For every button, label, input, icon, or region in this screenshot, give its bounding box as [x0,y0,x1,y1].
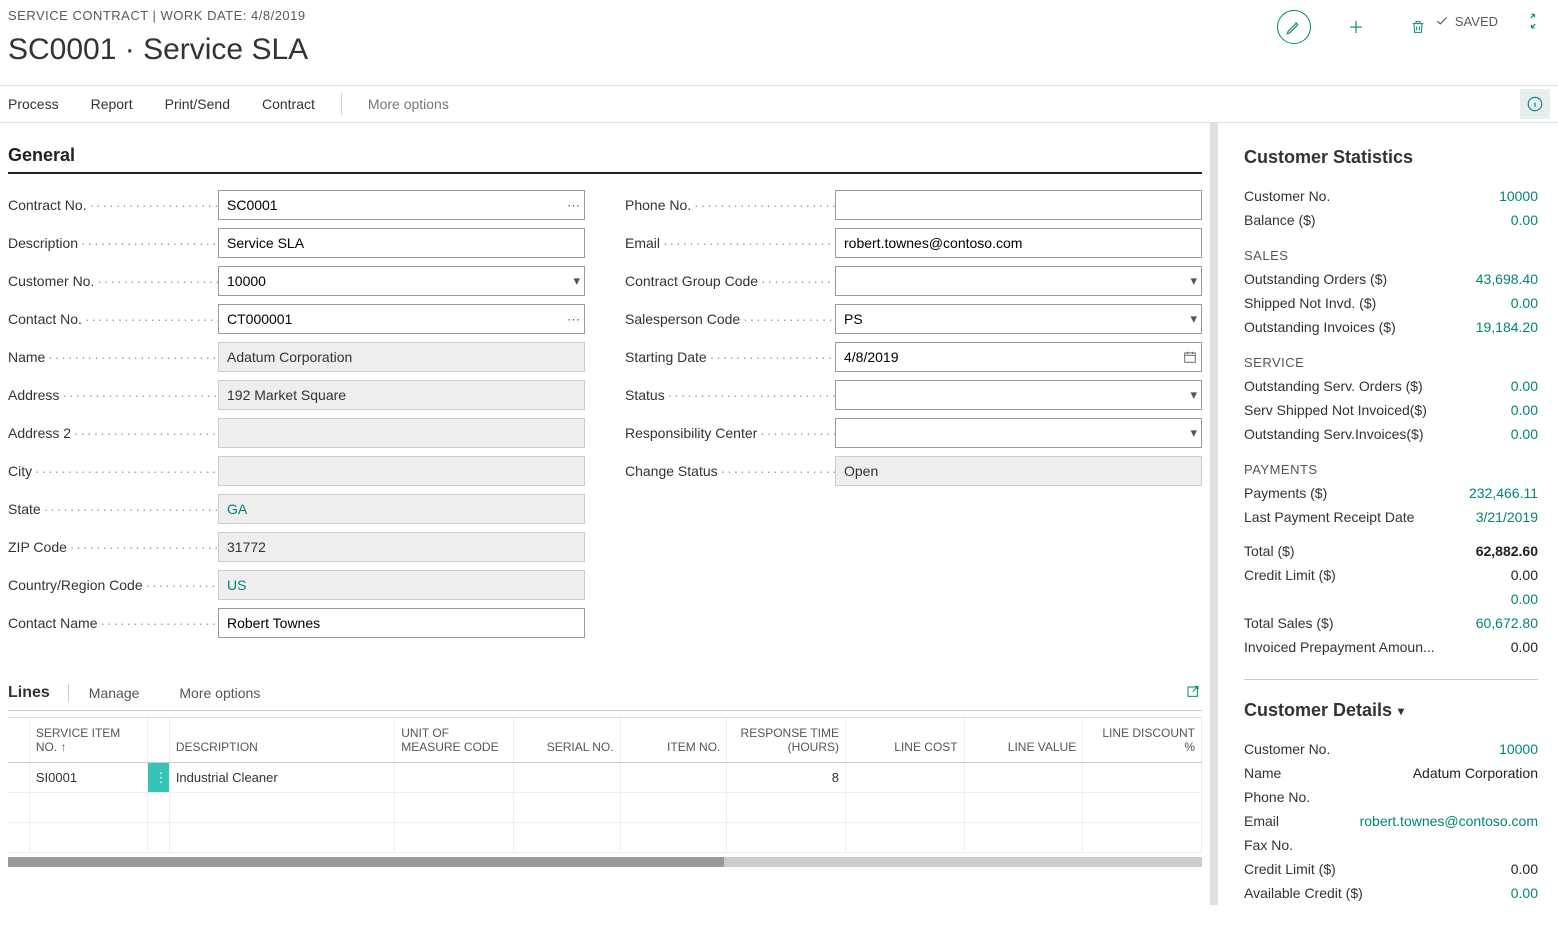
label-phone: Phone No. [625,197,835,213]
menu-process[interactable]: Process [8,96,75,112]
col-line-value[interactable]: LINE VALUE [964,718,1083,763]
country-field: US [218,570,585,600]
menu-more-options[interactable]: More options [352,96,465,112]
salesperson-field[interactable]: ▾ [835,304,1202,334]
subhead-service: SERVICE [1244,355,1538,370]
saved-indicator: SAVED [1435,14,1498,29]
label-contact-name: Contact Name [8,615,218,631]
dropdown-icon[interactable]: ▾ [1190,387,1197,403]
label-contact-no: Contact No. [8,311,218,327]
label-customer-no: Customer No. [8,273,218,289]
label-name: Name [8,349,218,365]
zip-field: 31772 [218,532,585,562]
label-country: Country/Region Code [8,577,218,593]
edit-icon[interactable] [1277,10,1311,44]
page-title: SC0001 · Service SLA [8,33,1277,67]
expand-lines-icon[interactable] [1186,685,1202,701]
contract-no-field[interactable]: ··· [218,190,585,220]
col-line-cost[interactable]: LINE COST [846,718,965,763]
section-customer-statistics: Customer Statistics [1244,147,1538,168]
label-resp-center: Responsibility Center [625,425,835,441]
address-field: 192 Market Square [218,380,585,410]
label-description: Description [8,235,218,251]
change-status-field: Open [835,456,1202,486]
menu-contract[interactable]: Contract [246,96,331,112]
stat-customer-no-label: Customer No. [1244,188,1330,204]
table-row[interactable] [8,823,1202,853]
delete-icon[interactable] [1401,10,1435,44]
row-handle-icon[interactable]: ⋮ [148,763,169,793]
chevron-down-icon[interactable]: ▾ [573,273,580,289]
resp-center-field[interactable]: ▾ [835,418,1202,448]
status-field[interactable]: ▾ [835,380,1202,410]
subhead-sales: SALES [1244,248,1538,263]
breadcrumb: SERVICE CONTRACT | WORK DATE: 4/8/2019 [8,8,1277,23]
table-row[interactable]: SI0001 ⋮ Industrial Cleaner 8 [8,763,1202,793]
chevron-down-icon[interactable]: ▾ [1190,311,1197,327]
collapse-icon[interactable] [1524,12,1542,30]
col-line-discount[interactable]: LINE DISCOUNT % [1083,718,1202,763]
city-field [218,456,585,486]
stat-balance[interactable]: 0.00 [1511,212,1538,228]
new-icon[interactable] [1339,10,1373,44]
stat-customer-no[interactable]: 10000 [1499,188,1538,204]
subhead-payments: PAYMENTS [1244,462,1538,477]
state-field: GA [218,494,585,524]
label-email: Email [625,235,835,251]
chevron-down-icon[interactable]: ▾ [1190,273,1197,289]
info-icon[interactable] [1520,89,1550,119]
section-customer-details[interactable]: Customer Details ▾ [1244,700,1538,721]
col-serial-no[interactable]: SERIAL NO. [513,718,620,763]
horizontal-scrollbar[interactable] [8,857,1202,867]
label-address2: Address 2 [8,425,218,441]
label-salesperson: Salesperson Code [625,311,835,327]
label-change-status: Change Status [625,463,835,479]
contract-group-field[interactable]: ▾ [835,266,1202,296]
starting-date-field[interactable] [835,342,1202,372]
customer-no-field[interactable]: ▾ [218,266,585,296]
ellipsis-icon[interactable]: ··· [567,312,580,327]
label-status: Status [625,387,835,403]
lines-grid[interactable]: SERVICE ITEM NO. ↑ DESCRIPTION UNIT OF M… [8,717,1202,867]
chevron-down-icon[interactable]: ▾ [1190,425,1197,441]
email-field[interactable] [835,228,1202,258]
chevron-down-icon[interactable]: ▾ [1398,704,1404,718]
col-uom[interactable]: UNIT OF MEASURE CODE [395,718,514,763]
col-response-time[interactable]: RESPONSE TIME (HOURS) [727,718,846,763]
contact-name-field[interactable] [218,608,585,638]
label-state: State [8,501,218,517]
calendar-icon[interactable] [1183,350,1197,364]
label-contract-group: Contract Group Code [625,273,835,289]
menu-print-send[interactable]: Print/Send [149,96,246,112]
col-item-no[interactable]: ITEM NO. [620,718,727,763]
menu-report[interactable]: Report [75,96,149,112]
menu-separator [341,93,342,115]
description-field[interactable] [218,228,585,258]
stat-balance-label: Balance ($) [1244,212,1316,228]
lines-manage[interactable]: Manage [69,685,160,701]
section-lines: Lines [8,684,69,702]
contact-no-field[interactable]: ··· [218,304,585,334]
col-description[interactable]: DESCRIPTION [169,718,394,763]
address2-field [218,418,585,448]
table-row[interactable] [8,793,1202,823]
ellipsis-icon[interactable]: ··· [567,198,580,213]
section-general: General [8,123,1202,174]
label-zip: ZIP Code [8,539,218,555]
label-starting-date: Starting Date [625,349,835,365]
label-contract-no: Contract No. [8,197,218,213]
label-address: Address [8,387,218,403]
col-service-item-no[interactable]: SERVICE ITEM NO. ↑ [29,718,148,763]
lines-more[interactable]: More options [159,685,280,701]
name-field: Adatum Corporation [218,342,585,372]
phone-field[interactable] [835,190,1202,220]
label-city: City [8,463,218,479]
